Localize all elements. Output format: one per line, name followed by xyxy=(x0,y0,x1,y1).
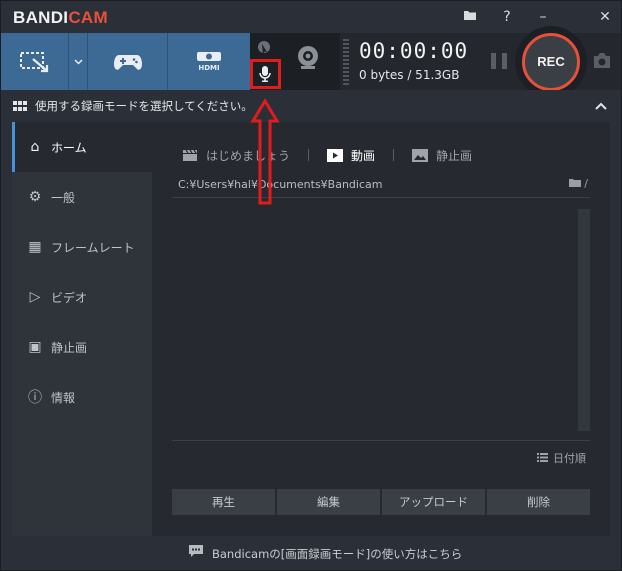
pause-icon[interactable] xyxy=(491,53,509,69)
mode-hint-bar: 使用する録画モードを選択してください。 xyxy=(1,90,621,120)
sidebar-item-framerate[interactable]: ▦ フレームレート xyxy=(12,222,152,272)
folder-icon[interactable] xyxy=(458,6,482,28)
sidebar-item-label: フレームレート xyxy=(51,240,135,255)
gear-icon: ⚙ xyxy=(28,189,42,205)
main-panel: はじめましょう 動画 静止画 C:¥Users¥hal¥Documents¥Ba… xyxy=(152,122,610,536)
screen-mode-button[interactable] xyxy=(1,33,69,90)
bandicam-window: BANDICAM ? – ✕ HDMI 00:00:00 0 bytes / 5… xyxy=(0,0,622,571)
webcam-icon[interactable] xyxy=(294,44,322,72)
sidebar-item-info[interactable]: ⓘ 情報 xyxy=(12,372,152,422)
output-folder-path[interactable]: C:¥Users¥hal¥Documents¥Bandicam / xyxy=(172,172,590,198)
help-icon[interactable]: ? xyxy=(495,6,519,28)
home-icon: ⌂ xyxy=(30,139,40,155)
gamepad-icon xyxy=(113,54,142,70)
rec-button[interactable]: REC xyxy=(522,33,580,91)
sidebar: ⌂ ホーム ⚙ 一般 ▦ フレームレート ▷ ビデオ ▣ 静止画 ⓘ 情報 xyxy=(12,122,152,536)
title-bar: BANDICAM ? – ✕ xyxy=(1,1,621,33)
path-text: C:¥Users¥hal¥Documents¥Bandicam xyxy=(178,178,383,191)
sidebar-item-image[interactable]: ▣ 静止画 xyxy=(12,322,152,372)
sidebar-item-label: 情報 xyxy=(51,390,76,405)
content-tabs: はじめましょう 動画 静止画 xyxy=(182,146,472,164)
mouse-pointer-icon[interactable] xyxy=(255,39,273,59)
list-icon xyxy=(537,453,548,462)
sidebar-item-label: 静止画 xyxy=(51,340,88,355)
scrollbar[interactable] xyxy=(578,209,590,431)
tab-divider xyxy=(308,149,310,161)
screen-rectangle-icon xyxy=(19,51,48,72)
chat-icon xyxy=(189,545,203,557)
folder-icon xyxy=(568,179,581,187)
help-link[interactable]: Bandicamの[画面録画モード]の使い方はこちら xyxy=(212,546,462,562)
sidebar-item-label: ホーム xyxy=(51,140,87,155)
hdmi-mode-button[interactable]: HDMI xyxy=(168,33,250,90)
sidebar-item-label: ビデオ xyxy=(51,290,88,305)
tab-video[interactable]: 動画 xyxy=(327,147,375,164)
sort-by-date[interactable]: 日付順 xyxy=(537,450,586,466)
sort-label: 日付順 xyxy=(553,452,586,465)
sidebar-item-video[interactable]: ▷ ビデオ xyxy=(12,272,152,322)
clapper-icon xyxy=(183,149,197,161)
chevron-down-icon xyxy=(73,58,83,65)
video-icon: ▷ xyxy=(29,289,41,305)
minimize-icon[interactable]: – xyxy=(531,6,555,28)
file-size: 0 bytes / 51.3GB xyxy=(359,68,460,82)
play-icon xyxy=(327,148,344,162)
close-icon[interactable]: ✕ xyxy=(593,6,617,28)
screen-mode-dropdown[interactable] xyxy=(69,33,88,90)
record-timer: 00:00:00 xyxy=(359,39,469,63)
camera-icon[interactable] xyxy=(592,52,612,69)
file-list[interactable] xyxy=(172,199,590,441)
mode-hint-text: 使用する録画モードを選択してください。 xyxy=(35,99,253,113)
edit-button[interactable]: 編集 xyxy=(277,489,380,515)
tab-label: 静止画 xyxy=(436,148,473,163)
play-button[interactable]: 再生 xyxy=(172,489,275,515)
tab-divider xyxy=(393,149,395,161)
game-mode-button[interactable] xyxy=(88,33,168,90)
app-logo: BANDICAM xyxy=(13,8,108,27)
file-actions: 再生 編集 アップロード 削除 xyxy=(172,489,590,515)
sidebar-item-general[interactable]: ⚙ 一般 xyxy=(12,172,152,222)
framerate-icon: ▦ xyxy=(28,239,42,255)
footer-bar: Bandicamの[画面録画モード]の使い方はこちら xyxy=(1,536,621,570)
open-folder-button[interactable]: / xyxy=(568,177,588,190)
tab-still-image[interactable]: 静止画 xyxy=(412,147,472,164)
delete-button[interactable]: 削除 xyxy=(487,489,590,515)
folder-suffix: / xyxy=(584,177,588,190)
sidebar-item-label: 一般 xyxy=(51,190,76,205)
info-icon: ⓘ xyxy=(28,390,42,406)
tab-label: 動画 xyxy=(351,148,376,163)
sort-bar: 日付順 xyxy=(172,444,590,468)
microphone-highlight-box xyxy=(250,59,281,89)
device-icon xyxy=(197,52,221,61)
picture-icon xyxy=(412,148,429,162)
grid-icon xyxy=(13,101,27,111)
chevron-up-icon[interactable] xyxy=(595,102,607,110)
annotation-arrow xyxy=(250,98,280,205)
hdmi-label: HDMI xyxy=(198,64,220,72)
volume-meter xyxy=(343,39,349,85)
image-icon: ▣ xyxy=(28,339,42,355)
upload-button[interactable]: アップロード xyxy=(382,489,485,515)
sidebar-item-home[interactable]: ⌂ ホーム xyxy=(12,122,152,172)
